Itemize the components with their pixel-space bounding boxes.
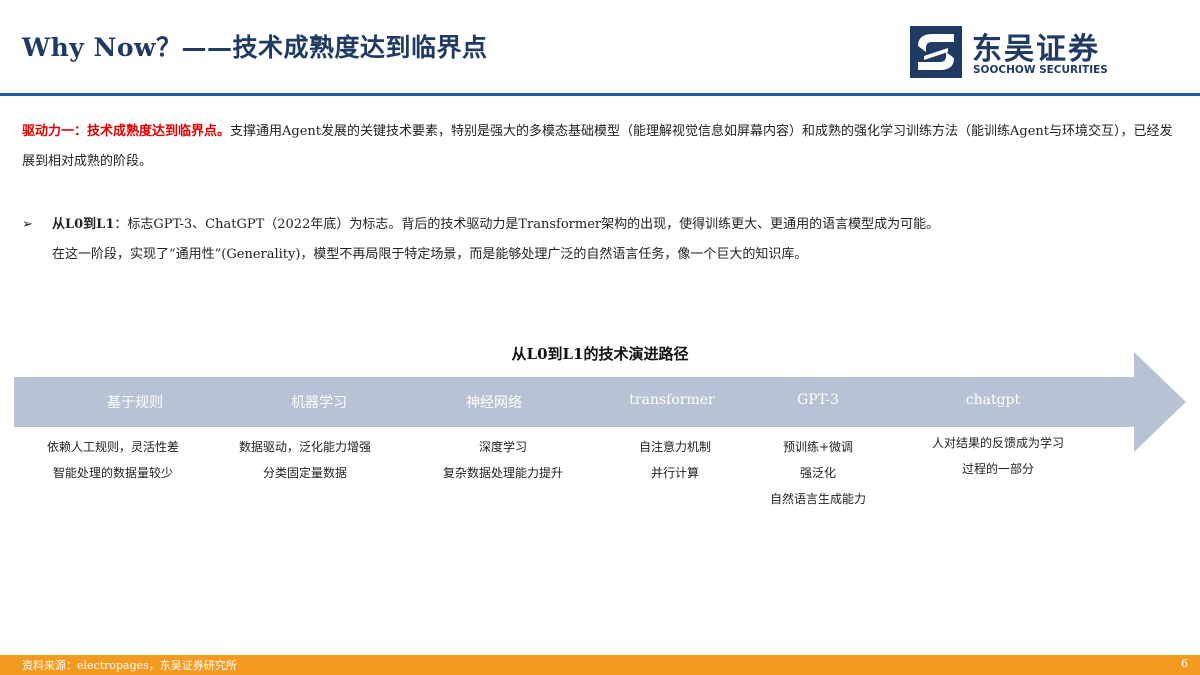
stage-desc-line: 数据驱动，泛化能力增强 (238, 440, 371, 454)
stage-desc-line: 深度学习 (478, 440, 527, 454)
stage-desc-line: 依赖人工规则，灵活性差 (46, 440, 179, 454)
footer-bar: 资料来源：electropages，东吴证券研究所 6 (0, 655, 1200, 675)
intro-lead: 驱动力一：技术成熟度达到临界点。 (22, 124, 231, 139)
stage-desc: 依赖人工规则，灵活性差 智能处理的数据量较少 (18, 434, 208, 486)
stage-desc-line: 强泛化 (799, 466, 836, 480)
bullet-line1: ：标志GPT-3、ChatGPT（2022年底）为标志。背后的技术驱动力是Tra… (114, 217, 940, 232)
stage-desc-line: 人对结果的反馈成为学习 (931, 436, 1064, 450)
logo-en-text: SOOCHOW SECURITIES (973, 64, 1108, 76)
stage-desc-line: 分类固定量数据 (262, 466, 347, 480)
footer-source: 资料来源：electropages，东吴证券研究所 (22, 659, 237, 672)
bullet-arrow-icon: ➢ (22, 217, 33, 232)
stage-desc: 预训练+微调 强泛化 自然语言生成能力 (723, 434, 913, 512)
stage-label: transformer (629, 392, 715, 408)
page-number: 6 (1181, 657, 1188, 670)
stage-label: GPT-3 (797, 392, 839, 408)
stage-desc-line: 预训练+微调 (782, 440, 854, 454)
bullet-label: 从L0到L1 (52, 217, 115, 232)
header-divider (0, 93, 1200, 96)
company-logo: 东吴证券 SOOCHOW SECURITIES (910, 22, 1140, 82)
stage-desc-line: 自然语言生成能力 (769, 492, 866, 506)
soochow-logo-icon (910, 26, 962, 78)
stage-desc: 人对结果的反馈成为学习 过程的一部分 (903, 430, 1093, 482)
page-title: Why Now？——技术成熟度达到临界点 (22, 33, 488, 62)
stage-desc-line: 过程的一部分 (961, 462, 1034, 476)
bullet-line2: 在这一阶段，实现了“通用性”(Generality)，模型不再局限于特定场景，而… (52, 247, 808, 262)
stage-label: 机器学习 (291, 395, 347, 411)
stage-desc: 数据驱动，泛化能力增强 分类固定量数据 (210, 434, 400, 486)
logo-cn-text: 东吴证券 (972, 32, 1100, 67)
stage-label: 神经网络 (466, 395, 522, 411)
stage-label: 基于规则 (107, 395, 163, 411)
stage-desc-line: 智能处理的数据量较少 (52, 466, 173, 480)
bullet-item: ➢ 从L0到L1：标志GPT-3、ChatGPT（2022年底）为标志。背后的技术… (22, 210, 1187, 270)
intro-paragraph: 驱动力一：技术成熟度达到临界点。支撑通用Agent发展的关键技术要素，特别是强大… (22, 117, 1182, 177)
stage-label: chatgpt (965, 392, 1021, 408)
stage-desc-line: 复杂数据处理能力提升 (442, 466, 563, 480)
stage-desc: 深度学习 复杂数据处理能力提升 (408, 434, 598, 486)
